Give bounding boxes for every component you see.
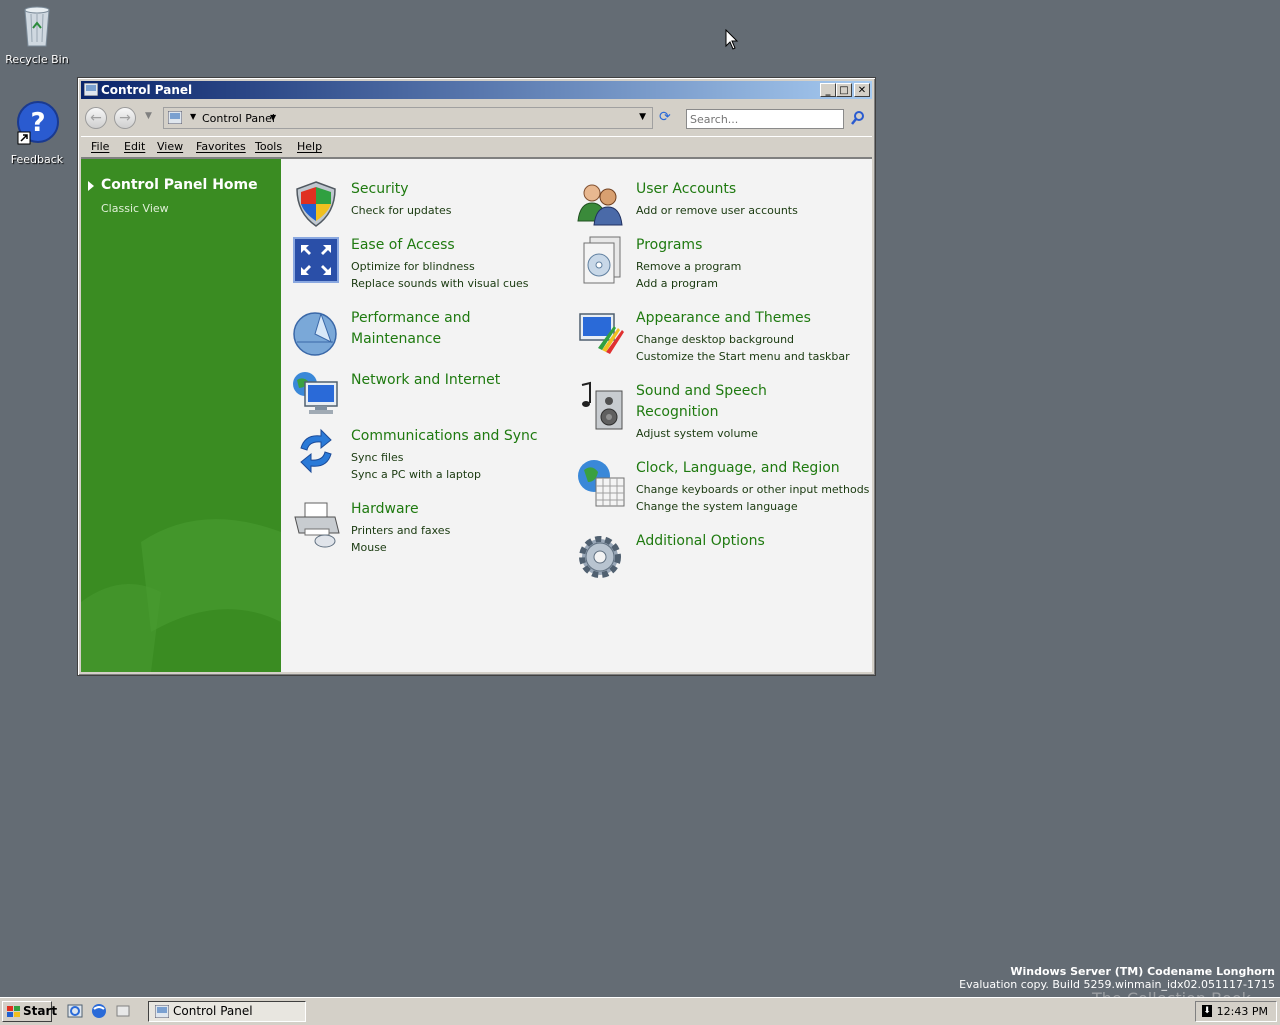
search-input[interactable] (686, 109, 844, 129)
category-title-line[interactable]: Recognition (636, 402, 718, 423)
desktop-icon-label: Feedback (10, 153, 64, 166)
sync-icon (300, 428, 332, 474)
task-link-sync-pc-laptop[interactable]: Sync a PC with a laptop (351, 468, 481, 481)
control-panel-window: Control Panel _ □ ✕ ← → ▼ ▼ Control Pane… (77, 77, 876, 676)
breadcrumb-dropdown-icon[interactable]: ▼ (270, 113, 276, 122)
mouse-cursor-icon (725, 29, 739, 50)
sound-icon (581, 381, 623, 430)
task-link-change-keyboards[interactable]: Change keyboards or other input methods (636, 483, 869, 496)
menu-bar: File Edit View Favorites Tools Help (81, 136, 872, 158)
address-bar[interactable]: ▼ Control Panel ▼ ▼ (163, 107, 653, 129)
task-link-add-program[interactable]: Add a program (636, 277, 718, 290)
breadcrumb-separator-icon[interactable]: ▼ (190, 112, 196, 121)
task-link-sync-files[interactable]: Sync files (351, 451, 404, 464)
menu-tools[interactable]: Tools (255, 140, 282, 153)
control-panel-small-icon (155, 1005, 169, 1018)
forward-arrow-icon: → (119, 110, 131, 126)
programs-icon (583, 236, 621, 284)
recent-pages-dropdown-icon[interactable]: ▼ (145, 111, 152, 121)
svg-text:?: ? (30, 108, 45, 138)
taskbar-button-control-panel[interactable]: Control Panel (148, 1001, 306, 1022)
start-button[interactable]: Start (2, 1001, 57, 1022)
classic-view-link[interactable]: Classic View (101, 202, 169, 215)
download-tray-icon[interactable]: ⬇ (1202, 1005, 1212, 1017)
close-button[interactable]: ✕ (854, 83, 870, 97)
windows-logo-watermark-icon (81, 519, 281, 672)
back-arrow-icon: ← (90, 110, 102, 126)
category-title[interactable]: Additional Options (636, 531, 765, 552)
taskbar-button-label: Control Panel (173, 1004, 253, 1018)
task-link-mouse[interactable]: Mouse (351, 541, 387, 554)
printer-icon (294, 502, 340, 548)
feedback-icon: ? (17, 101, 59, 145)
task-link-desktop-background[interactable]: Change desktop background (636, 333, 794, 346)
back-button[interactable]: ← (85, 107, 107, 129)
desktop-icon-recycle-bin[interactable]: Recycle Bin (0, 2, 74, 66)
category-title-line[interactable]: Maintenance (351, 329, 441, 350)
performance-icon (293, 312, 337, 356)
desktop-icon-label: Recycle Bin (5, 53, 69, 66)
category-title[interactable]: Communications and Sync (351, 426, 538, 447)
control-panel-small-icon (84, 83, 98, 96)
windows-flag-icon (7, 1006, 20, 1017)
title-bar[interactable]: Control Panel _ □ ✕ (81, 81, 872, 99)
appearance-icon (579, 313, 624, 354)
system-tray: ⬇ 12:43 PM (1195, 1001, 1277, 1022)
task-link-remove-program[interactable]: Remove a program (636, 260, 741, 273)
watermark-product: Windows Server (TM) Codename Longhorn (1010, 965, 1275, 978)
desktop-icon-feedback[interactable]: ? Feedback (0, 100, 74, 166)
task-link-customize-start[interactable]: Customize the Start menu and taskbar (636, 350, 850, 363)
control-panel-small-icon (168, 111, 182, 124)
window-title: Control Panel (101, 83, 193, 97)
gear-icon (579, 536, 621, 578)
category-title[interactable]: Clock, Language, and Region (636, 458, 840, 479)
start-label: Start (23, 1004, 58, 1018)
task-link-add-remove-users[interactable]: Add or remove user accounts (636, 204, 798, 217)
category-title[interactable]: Network and Internet (351, 370, 500, 391)
address-toolbar: ← → ▼ ▼ Control Panel ▼ ▼ ⟳ (81, 102, 872, 134)
ease-of-access-icon (293, 237, 339, 283)
quicklaunch-ie-icon[interactable] (67, 1003, 83, 1019)
forward-button[interactable]: → (114, 107, 136, 129)
users-icon (577, 184, 623, 226)
category-title[interactable]: Hardware (351, 499, 419, 520)
task-link-check-updates[interactable]: Check for updates (351, 204, 451, 217)
build-watermark: Windows Server (TM) Codename Longhorn Ev… (959, 965, 1275, 991)
menu-help[interactable]: Help (297, 140, 322, 153)
task-link-adjust-volume[interactable]: Adjust system volume (636, 427, 758, 440)
category-title[interactable]: Security (351, 179, 409, 200)
task-link-printers-faxes[interactable]: Printers and faxes (351, 524, 450, 537)
category-title-line[interactable]: Sound and Speech (636, 381, 767, 402)
menu-edit[interactable]: Edit (124, 140, 145, 153)
menu-file[interactable]: File (91, 140, 109, 153)
maximize-button[interactable]: □ (836, 83, 852, 97)
task-link-visual-cues[interactable]: Replace sounds with visual cues (351, 277, 529, 290)
category-title[interactable]: Programs (636, 235, 702, 256)
task-pane: Control Panel Home Classic View (81, 159, 281, 672)
clock[interactable]: 12:43 PM (1217, 1005, 1268, 1018)
quicklaunch-show-desktop-icon[interactable] (115, 1003, 131, 1019)
client-area: Control Panel Home Classic View Security… (81, 158, 872, 672)
category-title[interactable]: Ease of Access (351, 235, 455, 256)
control-panel-home-link[interactable]: Control Panel Home (101, 177, 258, 193)
category-title[interactable]: Appearance and Themes (636, 308, 811, 329)
clock-language-icon (578, 460, 625, 507)
category-title-line[interactable]: Performance and (351, 308, 471, 329)
recycle-bin-icon (24, 6, 50, 47)
address-dropdown-icon[interactable]: ▼ (639, 112, 646, 122)
network-icon (293, 372, 338, 414)
minimize-button[interactable]: _ (820, 83, 836, 97)
task-link-change-language[interactable]: Change the system language (636, 500, 798, 513)
security-shield-icon (296, 181, 336, 227)
category-title[interactable]: User Accounts (636, 179, 736, 200)
quicklaunch-browser-icon[interactable] (91, 1003, 107, 1019)
current-page-arrow-icon (88, 181, 94, 191)
taskbar: Start Control Panel ⬇ 12:43 PM (0, 997, 1280, 1025)
task-link-optimize-blindness[interactable]: Optimize for blindness (351, 260, 475, 273)
refresh-icon[interactable]: ⟳ (659, 109, 671, 125)
menu-view[interactable]: View (157, 140, 183, 153)
menu-favorites[interactable]: Favorites (196, 140, 246, 153)
breadcrumb-control-panel[interactable]: Control Panel (202, 112, 275, 125)
search-icon[interactable] (850, 110, 866, 126)
